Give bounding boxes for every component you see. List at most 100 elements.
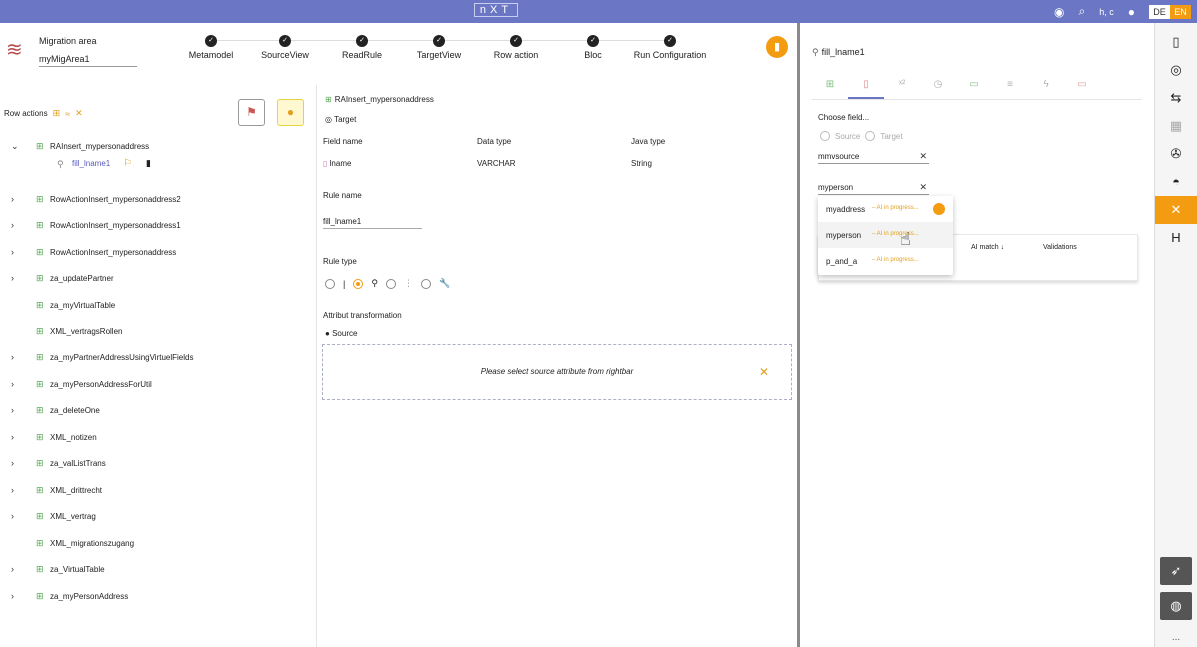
radio-target[interactable] [865, 131, 876, 141]
source-drop-area[interactable]: Please select source attribute from righ… [322, 344, 792, 400]
chevron-right-icon[interactable]: › [11, 352, 19, 362]
chevron-right-icon[interactable]: › [11, 247, 19, 257]
col-ai-match[interactable]: AI match ↓ [971, 244, 1004, 251]
book-icon[interactable]: ▯ [1155, 28, 1197, 56]
helmet-icon[interactable]: ◓ [1155, 168, 1197, 196]
search-icon[interactable]: ⌕ [1079, 4, 1086, 19]
chevron-right-icon[interactable]: › [11, 194, 19, 204]
col-field-name: Field name [323, 137, 363, 146]
rule-type-radio-flow[interactable] [385, 278, 396, 289]
tree-item[interactable]: › ⊞ za_deleteOne [0, 401, 317, 419]
rule-item[interactable]: ⚲ fill_lname1 ⚐ ▮ [0, 155, 317, 173]
chevron-right-icon[interactable]: › [11, 591, 19, 601]
chevron-right-icon[interactable]: › [11, 379, 19, 389]
close-icon[interactable]: ✕ [919, 151, 927, 162]
step-row-action[interactable]: ✓ Row action [476, 33, 556, 60]
dropdown-option[interactable]: myaddress – AI in progress... [818, 196, 953, 222]
lang-en-button[interactable]: EN [1170, 4, 1191, 19]
chevron-right-icon[interactable]: › [11, 273, 19, 283]
tools-icon[interactable]: ✕ [759, 365, 769, 379]
rule-editor: ⊞ RAInsert_mypersonaddress ◎ Target Field… [317, 85, 797, 647]
app-logo[interactable]: nXT [474, 3, 518, 17]
drop-button[interactable]: ● [277, 99, 304, 126]
lang-de-button[interactable]: DE [1149, 4, 1170, 19]
radio-source[interactable] [820, 131, 830, 141]
table-icon: ⊞ [325, 95, 332, 104]
tab-list-icon[interactable]: ≡ [992, 76, 1028, 99]
add-table-icon[interactable]: ⊞ [53, 108, 61, 119]
shuffle-icon[interactable]: ✕ [75, 108, 83, 119]
chevron-right-icon[interactable]: › [11, 458, 19, 468]
tree-item[interactable]: › ⊞ za_myPersonAddress [0, 587, 317, 605]
more-icon[interactable]: ... [1155, 632, 1197, 643]
tab-field-icon[interactable]: ▯ [848, 76, 884, 99]
tree-item[interactable]: › ⊞ za_myPersonAddressForUtil [0, 375, 317, 393]
flag-button[interactable]: ⚑ [238, 99, 265, 126]
tree-item[interactable]: › ⊞ RowActionInsert_mypersonaddress [0, 243, 317, 261]
col-validations[interactable]: Validations [1043, 244, 1077, 251]
row-action-title: ⊞ RAInsert_mypersonaddress [325, 95, 434, 104]
tab-table-icon[interactable]: ⊞ [812, 76, 848, 99]
migration-area-input[interactable]: myMigArea1 [39, 54, 137, 67]
tab-grid-icon[interactable]: ▭ [956, 76, 992, 99]
field-name-cell[interactable]: ▯ lname [323, 159, 351, 168]
rule-type-radio-link[interactable] [353, 278, 364, 289]
tree-item[interactable]: › ⊞ XML_drittrecht [0, 481, 317, 499]
step-bloc[interactable]: ✓ Bloc [553, 33, 633, 60]
table-search-input[interactable]: myperson ✕ [818, 182, 929, 195]
tree-item[interactable]: › ⊞ za_myPartnerAddressUsingVirtuelFields [0, 348, 317, 366]
user-icon[interactable]: ● [1128, 5, 1135, 19]
rule-type-radio-custom[interactable] [420, 278, 431, 289]
h-icon[interactable]: H [1155, 224, 1197, 252]
step-metamodel[interactable]: ✓ Metamodel [171, 33, 251, 60]
tree-item[interactable]: › ⊞ za_updatePartner [0, 269, 317, 287]
tab-clock-icon[interactable]: ◷ [920, 76, 956, 99]
tree-item[interactable]: › ⊞ za_valListTrans [0, 454, 317, 472]
step-sourceview[interactable]: ✓ SourceView [245, 33, 325, 60]
user-name[interactable]: h, c [1099, 7, 1114, 17]
table-icon: ⊞ [36, 457, 44, 468]
tree-item[interactable]: › ⊞ RowActionInsert_mypersonaddress2 [0, 190, 317, 208]
close-icon[interactable]: ✕ [919, 182, 927, 193]
source-view-input[interactable]: mmvsource ✕ [818, 151, 929, 164]
chart-icon[interactable]: ▦ [1155, 112, 1197, 140]
rule-type-radio-constant[interactable] [325, 278, 335, 289]
tree-item[interactable]: › ⊞ XML_vertrag [0, 507, 317, 525]
flag-icon[interactable]: ⚐ [123, 158, 132, 169]
chevron-right-icon[interactable]: › [11, 220, 19, 230]
attribute-transformation-label: Attribut transformation [323, 311, 402, 320]
compass-icon[interactable]: ◎ [1155, 56, 1197, 84]
step-run-configuration[interactable]: ✓ Run Configuration [630, 33, 710, 60]
chevron-right-icon[interactable]: › [11, 485, 19, 495]
tree-item[interactable]: › ⊞ RowActionInsert_mypersonaddress1 [0, 216, 317, 234]
tree-item[interactable]: ⌄ ⊞ RAInsert_mypersonaddress [0, 137, 317, 155]
tree-item[interactable]: › ⊞ XML_notizen [0, 428, 317, 446]
rocket-icon[interactable]: ➶ [1160, 557, 1192, 585]
tab-function-icon[interactable]: ˣ² [884, 76, 920, 99]
tree-item[interactable]: ⊞ XML_migrationszugang [0, 534, 317, 552]
eye-mask-icon[interactable]: ◉ [1054, 5, 1064, 19]
chevron-right-icon[interactable]: › [11, 405, 19, 415]
step-targetview[interactable]: ✓ TargetView [399, 33, 479, 60]
chevron-right-icon[interactable]: › [11, 564, 19, 574]
chevron-right-icon[interactable]: › [11, 511, 19, 521]
random-icon[interactable]: ≈ [65, 109, 70, 119]
gamepad-icon[interactable]: ◍ [1160, 592, 1192, 620]
aperture-icon[interactable]: ✇ [1155, 140, 1197, 168]
trash-icon[interactable]: ▮ [146, 158, 151, 169]
tools-icon[interactable]: ✕ [1155, 196, 1197, 224]
tab-bolt-icon[interactable]: ϟ [1028, 76, 1064, 99]
chevron-down-icon[interactable]: ⌄ [11, 141, 19, 152]
tab-sql-icon[interactable]: ▭ [1064, 76, 1100, 99]
tree-item[interactable]: ⊞ XML_vertragsRollen [0, 322, 317, 340]
tree-item[interactable]: ⊞ za_myVirtualTable [0, 296, 317, 314]
dropdown-option[interactable]: myperson – AI in progress... [818, 222, 953, 248]
rule-name-input[interactable]: fill_lname1 [323, 217, 422, 229]
dropdown-option[interactable]: p_and_a – AI in progress... [818, 248, 953, 274]
step-readrule[interactable]: ✓ ReadRule [322, 33, 402, 60]
tree-item[interactable]: › ⊞ za_VirtualTable [0, 560, 317, 578]
delete-button[interactable]: ▮ [766, 36, 788, 58]
row-actions-panel: Row actions ⊞ ≈ ✕ ⚑ ● ⌄ ⊞ RAInsert_myperso… [0, 85, 317, 647]
chevron-right-icon[interactable]: › [11, 432, 19, 442]
flow-icon[interactable]: ⇆ [1155, 84, 1197, 112]
